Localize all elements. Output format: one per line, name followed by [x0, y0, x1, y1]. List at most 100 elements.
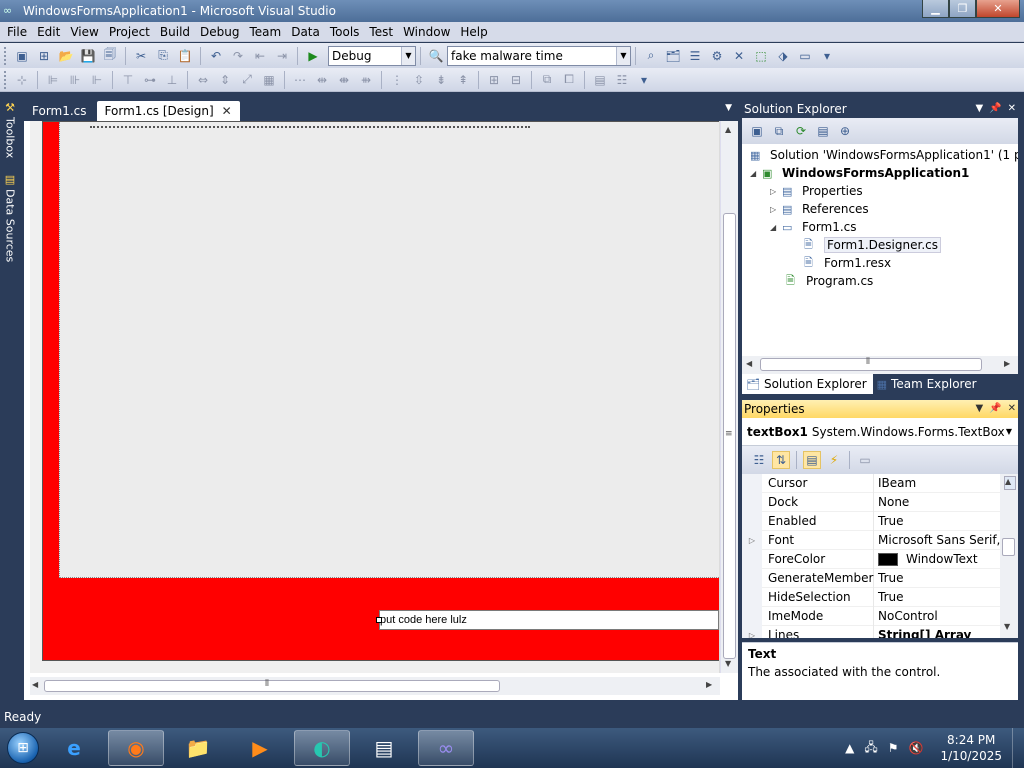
- restore-button[interactable]: ❐: [949, 0, 976, 18]
- menu-view[interactable]: View: [65, 22, 103, 42]
- solution-configuration-combo[interactable]: Debug ▼: [328, 45, 416, 66]
- menu-project[interactable]: Project: [104, 22, 155, 42]
- solution-explorer-icon[interactable]: 🗂: [664, 47, 682, 65]
- property-row[interactable]: Dock None: [742, 492, 1000, 512]
- tree-item-form1[interactable]: ◢ ▭ Form1.cs: [770, 218, 857, 236]
- media-player-icon[interactable]: ▶: [232, 730, 288, 766]
- lock-controls-icon[interactable]: ▤: [591, 71, 609, 89]
- pin-icon[interactable]: 📌: [989, 400, 1001, 418]
- property-value[interactable]: Microsoft Sans Serif, 8.25pt: [874, 531, 1000, 550]
- toolbar-grip[interactable]: [4, 70, 7, 89]
- alphabetical-icon[interactable]: ⇅: [772, 451, 790, 469]
- align-to-grid-icon[interactable]: ⊹: [13, 71, 31, 89]
- open-file-icon[interactable]: 📂: [57, 47, 75, 65]
- class-view-icon[interactable]: ⬗: [774, 47, 792, 65]
- menu-test[interactable]: Test: [364, 22, 398, 42]
- view-designer-icon[interactable]: ⊕: [836, 122, 854, 140]
- command-window-icon[interactable]: ▭: [796, 47, 814, 65]
- tab-team-explorer[interactable]: ▦ Team Explorer: [873, 374, 983, 394]
- decrease-vertical-spacing-icon[interactable]: ⇟: [432, 71, 450, 89]
- show-hidden-icons-icon[interactable]: ▲: [845, 741, 854, 755]
- add-item-icon[interactable]: ⊞: [35, 47, 53, 65]
- close-button[interactable]: ✕: [976, 0, 1020, 18]
- align-rights-icon[interactable]: ⊩: [88, 71, 106, 89]
- tree-item-project[interactable]: ◢ ▣ WindowsFormsApplication1: [750, 164, 969, 182]
- save-all-icon[interactable]: 🗐: [101, 47, 119, 65]
- close-tab-icon[interactable]: ✕: [222, 104, 232, 118]
- chevron-down-icon[interactable]: ▼: [616, 46, 630, 65]
- property-row[interactable]: GenerateMember True: [742, 568, 1000, 588]
- make-same-width-icon[interactable]: ⇔: [194, 71, 212, 89]
- expand-icon[interactable]: ▷: [742, 625, 762, 638]
- property-grid-scrollbar[interactable]: ▲ ▼: [1000, 474, 1018, 638]
- center-vertically-icon[interactable]: ⊟: [507, 71, 525, 89]
- align-lefts-icon[interactable]: ⊫: [44, 71, 62, 89]
- pin-icon[interactable]: 📌: [989, 100, 1001, 118]
- make-same-size-icon[interactable]: ⤢: [238, 71, 256, 89]
- tree-item-form1-designer[interactable]: 🗎 Form1.Designer.cs: [804, 236, 941, 254]
- menu-help[interactable]: Help: [455, 22, 492, 42]
- toolbar-options-icon[interactable]: ▾: [635, 71, 653, 89]
- tree-item-solution[interactable]: ▦ Solution 'WindowsFormsApplication1' (1…: [750, 146, 1018, 164]
- events-icon[interactable]: ⚡: [825, 451, 843, 469]
- start-page-icon[interactable]: ⬚: [752, 47, 770, 65]
- refresh-icon[interactable]: ⟳: [792, 122, 810, 140]
- form1-surface[interactable]: put code here lulz: [42, 121, 719, 661]
- property-row[interactable]: Enabled True: [742, 511, 1000, 531]
- menu-window[interactable]: Window: [398, 22, 455, 42]
- decrease-horizontal-spacing-icon[interactable]: ⇼: [335, 71, 353, 89]
- menu-debug[interactable]: Debug: [195, 22, 244, 42]
- scroll-thumb[interactable]: [1002, 538, 1015, 556]
- tree-item-program[interactable]: 🗎 Program.cs: [786, 272, 873, 290]
- clock[interactable]: 8:24 PM 1/10/2025: [940, 732, 1002, 764]
- resize-handle[interactable]: [376, 617, 382, 623]
- property-value[interactable]: None: [874, 493, 1000, 512]
- save-icon[interactable]: 💾: [79, 47, 97, 65]
- vertical-spacing-equal-icon[interactable]: ⋮: [388, 71, 406, 89]
- toolbar-grip[interactable]: [4, 46, 7, 65]
- designer-vertical-scrollbar[interactable]: ▲ ≡ ▼: [720, 121, 738, 673]
- firefox-icon[interactable]: ◉: [108, 730, 164, 766]
- property-value[interactable]: NoControl: [874, 607, 1000, 626]
- start-debugging-icon[interactable]: ▶: [304, 47, 322, 65]
- property-value-color[interactable]: WindowText: [874, 550, 1000, 569]
- tree-item-form1-resx[interactable]: 🗎 Form1.resx: [804, 254, 891, 272]
- align-tops-icon[interactable]: ⊤: [119, 71, 137, 89]
- window-position-icon[interactable]: ▼: [975, 100, 983, 118]
- tab-order-icon[interactable]: ☷: [613, 71, 631, 89]
- menu-file[interactable]: File: [2, 22, 32, 42]
- copy-icon[interactable]: ⎘: [154, 47, 172, 65]
- menu-data[interactable]: Data: [286, 22, 325, 42]
- window-position-icon[interactable]: ▼: [975, 400, 983, 418]
- show-desktop-button[interactable]: [1012, 728, 1024, 768]
- scroll-up-icon[interactable]: ▲: [725, 125, 731, 134]
- property-row[interactable]: HideSelection True: [742, 587, 1000, 607]
- undo-icon[interactable]: ↶: [207, 47, 225, 65]
- property-row[interactable]: ImeMode NoControl: [742, 606, 1000, 626]
- designer-horizontal-scrollbar[interactable]: ◀ ⦀ ▶: [30, 677, 720, 695]
- menu-tools[interactable]: Tools: [325, 22, 365, 42]
- cut-icon[interactable]: ✂: [132, 47, 150, 65]
- minimize-button[interactable]: ▁: [922, 0, 949, 18]
- scroll-right-icon[interactable]: ▶: [706, 680, 712, 689]
- property-value[interactable]: True: [874, 569, 1000, 588]
- property-row[interactable]: ▷ Lines String[] Array: [742, 625, 1000, 638]
- menu-build[interactable]: Build: [155, 22, 195, 42]
- scroll-right-icon[interactable]: ▶: [1004, 359, 1010, 368]
- tab-form1-design[interactable]: Form1.cs [Design] ✕: [96, 101, 240, 121]
- solution-explorer-horizontal-scrollbar[interactable]: ◀ ⦀ ▶: [742, 356, 1018, 374]
- align-centers-icon[interactable]: ⊪: [66, 71, 84, 89]
- property-row[interactable]: Cursor IBeam: [742, 474, 1000, 493]
- menu-edit[interactable]: Edit: [32, 22, 65, 42]
- redo-icon[interactable]: ↷: [229, 47, 247, 65]
- chat-app-icon[interactable]: ◐: [294, 730, 350, 766]
- find-combo[interactable]: fake malware time ▼: [447, 45, 631, 66]
- toolbox-icon[interactable]: ✕: [730, 47, 748, 65]
- property-value[interactable]: True: [874, 588, 1000, 607]
- close-panel-icon[interactable]: ✕: [1008, 400, 1016, 418]
- chevron-down-icon[interactable]: ▼: [401, 46, 415, 65]
- object-browser-icon[interactable]: ⚙: [708, 47, 726, 65]
- property-value[interactable]: True: [874, 512, 1000, 531]
- menu-team[interactable]: Team: [244, 22, 286, 42]
- active-files-dropdown-icon[interactable]: ▼: [725, 103, 732, 113]
